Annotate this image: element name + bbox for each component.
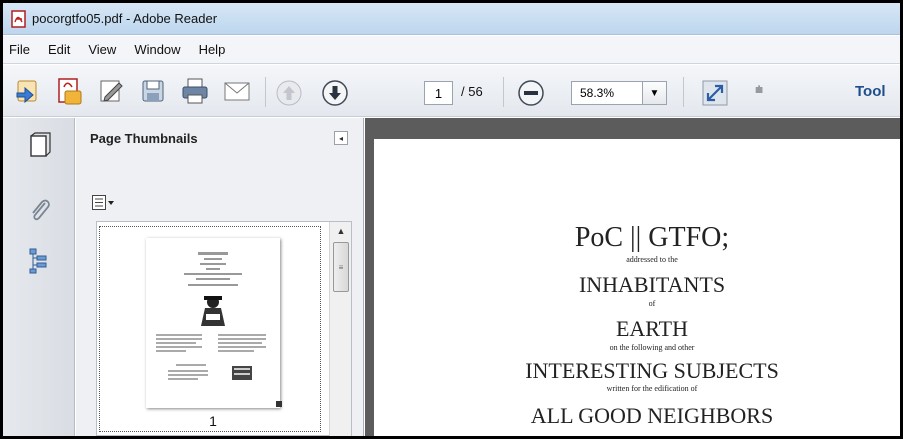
zoom-level-input[interactable]: 58.3% [571,81,643,105]
menu-help[interactable]: Help [199,42,226,57]
chevron-left-icon: ◂ [338,133,343,143]
doc-subline: on the following and other [609,343,695,352]
attachments-icon[interactable] [25,196,53,224]
app-window: pocorgtfo05.pdf - Adobe Reader File Edit… [3,3,900,436]
scroll-up-icon[interactable]: ▲ [330,222,352,240]
customize-icon[interactable]: ⩧ [755,81,763,98]
zoom-dropdown-button[interactable]: ▼ [643,81,667,105]
bookmarks-icon[interactable] [25,246,53,274]
tools-pane-button[interactable]: Tool [855,83,886,100]
chevron-down-icon: ▼ [649,87,660,99]
doc-subline: addressed to the [626,255,678,264]
options-menu-icon [92,195,114,210]
doc-subline: written for the edification of [606,384,698,393]
thumbnail-page-label: 1 [209,413,217,429]
page-thumbnails-icon[interactable] [25,132,53,160]
thumbnail-resize-handle[interactable] [276,401,282,407]
create-icon[interactable] [11,75,43,107]
menu-window[interactable]: Window [134,42,180,57]
page-thumbnails-panel: Page Thumbnails ◂ 1 ▲ ≡ [76,118,364,436]
previous-page-icon[interactable] [273,77,305,109]
toolbar-separator [683,77,684,107]
menu-view[interactable]: View [88,42,116,57]
menu-file[interactable]: File [9,42,30,57]
panel-title: Page Thumbnails [90,130,198,146]
title-bar: pocorgtfo05.pdf - Adobe Reader [3,3,900,35]
doc-heading: INTERESTING SUBJECTS [525,358,779,383]
convert-icon[interactable] [53,75,85,107]
document-page[interactable]: PoC || GTFO; addressed to the INHABITANT… [374,139,900,436]
thumbnail-selection[interactable]: 1 [99,226,321,432]
menu-edit[interactable]: Edit [48,42,70,57]
thumbnail-scrollbar[interactable]: ▲ ≡ [329,222,351,436]
navigation-rail [3,118,75,436]
page-thumbnail[interactable] [146,238,280,408]
thumbnail-preview-image [156,252,266,380]
doc-heading: EARTH [615,316,688,341]
window-title: pocorgtfo05.pdf - Adobe Reader [32,11,218,26]
page-total: / 56 [461,84,483,99]
zoom-out-icon[interactable] [515,77,547,109]
fullscreen-icon[interactable] [699,77,731,109]
thumbnail-list[interactable]: 1 ▲ ≡ [96,221,352,436]
doc-heading: INHABITANTS [578,272,726,297]
save-icon[interactable] [137,75,169,107]
thumbnail-options-button[interactable] [92,194,116,212]
doc-title: PoC || GTFO; [574,222,730,253]
print-icon[interactable] [179,75,211,107]
toolbar-separator [265,77,266,107]
toolbar-separator [503,77,504,107]
menu-bar: File Edit View Window Help [3,36,900,64]
document-view[interactable]: PoC || GTFO; addressed to the INHABITANT… [365,118,900,436]
doc-subline: of [648,299,656,308]
next-page-icon[interactable] [319,77,351,109]
doc-heading: ALL GOOD NEIGHBORS [530,403,774,428]
pdf-file-icon [11,9,27,28]
page-number-input[interactable]: 1 [424,81,453,105]
collapse-panel-button[interactable]: ◂ [334,131,348,145]
toolbar: 1 / 56 58.3% ▼ ⩧ Tool [3,65,900,117]
sign-icon[interactable] [95,75,127,107]
email-icon[interactable] [221,75,253,107]
scrollbar-thumb[interactable]: ≡ [333,242,349,292]
